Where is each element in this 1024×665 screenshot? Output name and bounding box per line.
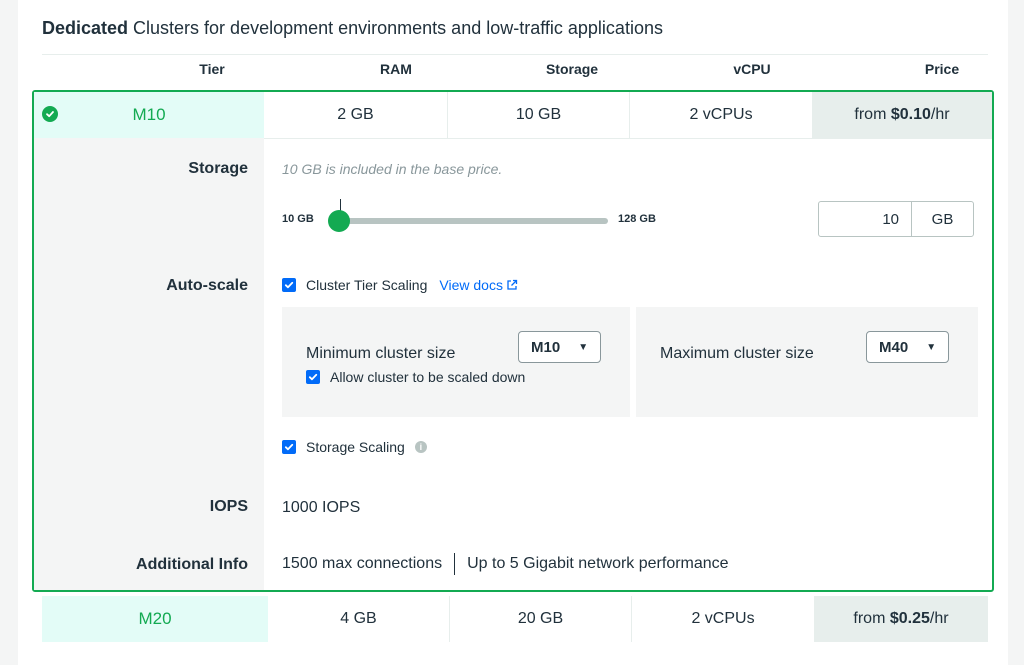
config-labels-panel: Storage Auto-scale IOPS Additional Info xyxy=(34,138,264,590)
autoscale-label: Auto-scale xyxy=(166,277,248,294)
storage-note: 10 GB is included in the base price. xyxy=(282,161,503,177)
config-content: 10 GB is included in the base price. 10 … xyxy=(264,138,992,591)
price-value: $0.25 xyxy=(889,610,930,627)
header-tier: Tier xyxy=(199,61,225,77)
iops-value: 1000 IOPS xyxy=(282,499,361,516)
min-cluster-size-select[interactable]: M10 ▼ xyxy=(518,331,602,363)
ram-cell: 2 GB xyxy=(264,92,448,138)
view-docs-text: View docs xyxy=(439,277,503,293)
storage-scaling-checkbox[interactable] xyxy=(282,440,296,454)
header-price: Price xyxy=(924,61,960,77)
max-connections: 1500 max connections xyxy=(282,555,443,572)
allow-scale-down-option[interactable]: Allow cluster to be scaled down xyxy=(306,369,525,385)
header-ram: RAM xyxy=(380,61,412,77)
storage-scaling-label: Storage Scaling xyxy=(306,439,405,455)
check-circle-icon xyxy=(42,106,58,122)
section-title: Dedicated Clusters for development envir… xyxy=(42,18,663,39)
header-storage: Storage xyxy=(545,61,599,77)
price-suffix: /hr xyxy=(930,106,950,123)
storage-slider-handle[interactable] xyxy=(328,210,350,232)
ram-cell: 4 GB xyxy=(268,596,450,642)
cluster-tier-scaling-label: Cluster Tier Scaling xyxy=(306,277,428,293)
cluster-tier-card: Dedicated Clusters for development envir… xyxy=(18,0,1008,665)
price-cell: from $0.10/hr xyxy=(812,92,992,138)
min-cluster-size-box: Minimum cluster size M10 ▼ Allow cluster… xyxy=(282,307,630,417)
price-suffix: /hr xyxy=(929,610,949,627)
header-vcpu: vCPU xyxy=(733,61,771,77)
allow-scale-down-checkbox[interactable] xyxy=(306,370,320,384)
slider-max-label: 128 GB xyxy=(618,213,656,225)
slider-min-label: 10 GB xyxy=(282,213,314,225)
caret-down-icon: ▼ xyxy=(926,341,937,353)
tier-row-m10[interactable]: M10 2 GB 10 GB 2 vCPUs from $0.10/hr xyxy=(34,92,992,138)
storage-slider-track[interactable] xyxy=(332,218,608,224)
view-docs-link[interactable]: View docs xyxy=(439,277,518,293)
storage-input[interactable] xyxy=(819,202,911,236)
info-divider xyxy=(454,553,456,575)
selected-cluster-m10[interactable]: M10 2 GB 10 GB 2 vCPUs from $0.10/hr Sto… xyxy=(32,90,994,592)
max-cluster-size-select[interactable]: M40 ▼ xyxy=(866,331,950,363)
storage-amount-field: GB xyxy=(818,201,974,237)
table-header: Tier RAM Storage vCPU Price xyxy=(42,54,988,85)
section-title-bold: Dedicated xyxy=(42,18,129,38)
min-cluster-size-label: Minimum cluster size xyxy=(306,345,456,362)
price-prefix: from xyxy=(854,106,887,123)
tier-name: M10 xyxy=(132,105,166,124)
external-link-icon xyxy=(507,279,518,290)
section-title-rest: Clusters for development environments an… xyxy=(128,18,663,38)
cluster-tier-scaling-option[interactable]: Cluster Tier Scaling View docs xyxy=(282,277,518,293)
allow-scale-down-label: Allow cluster to be scaled down xyxy=(330,369,526,385)
storage-label: Storage xyxy=(188,160,248,177)
vcpu-cell: 2 vCPUs xyxy=(691,610,755,627)
max-cluster-size-box: Maximum cluster size M40 ▼ xyxy=(636,307,978,417)
max-cluster-size-value: M40 xyxy=(879,338,909,356)
tier-cell: M20 xyxy=(42,596,268,642)
tier-cell: M10 xyxy=(34,92,264,138)
tier-row-m20[interactable]: M20 4 GB 20 GB 2 vCPUs from $0.25/hr xyxy=(42,596,988,642)
price-prefix: from xyxy=(853,610,886,627)
storage-unit: GB xyxy=(911,202,973,236)
network-performance: Up to 5 Gigabit network performance xyxy=(467,555,729,572)
price-cell: from $0.25/hr xyxy=(814,596,988,642)
info-icon[interactable]: i xyxy=(414,441,427,453)
storage-cell: 20 GB xyxy=(450,596,632,642)
price-value: $0.10 xyxy=(890,106,931,123)
additional-info-label: Additional Info xyxy=(136,556,248,573)
storage-scaling-option[interactable]: Storage Scaling i xyxy=(282,439,427,455)
min-cluster-size-value: M10 xyxy=(531,338,561,356)
cluster-tier-scaling-checkbox[interactable] xyxy=(282,278,296,292)
storage-cell: 10 GB xyxy=(448,92,630,138)
caret-down-icon: ▼ xyxy=(578,341,589,353)
additional-info-values: 1500 max connections Up to 5 Gigabit net… xyxy=(282,553,729,575)
iops-label: IOPS xyxy=(209,498,248,515)
max-cluster-size-label: Maximum cluster size xyxy=(660,345,814,362)
vcpu-cell: 2 vCPUs xyxy=(689,106,753,123)
